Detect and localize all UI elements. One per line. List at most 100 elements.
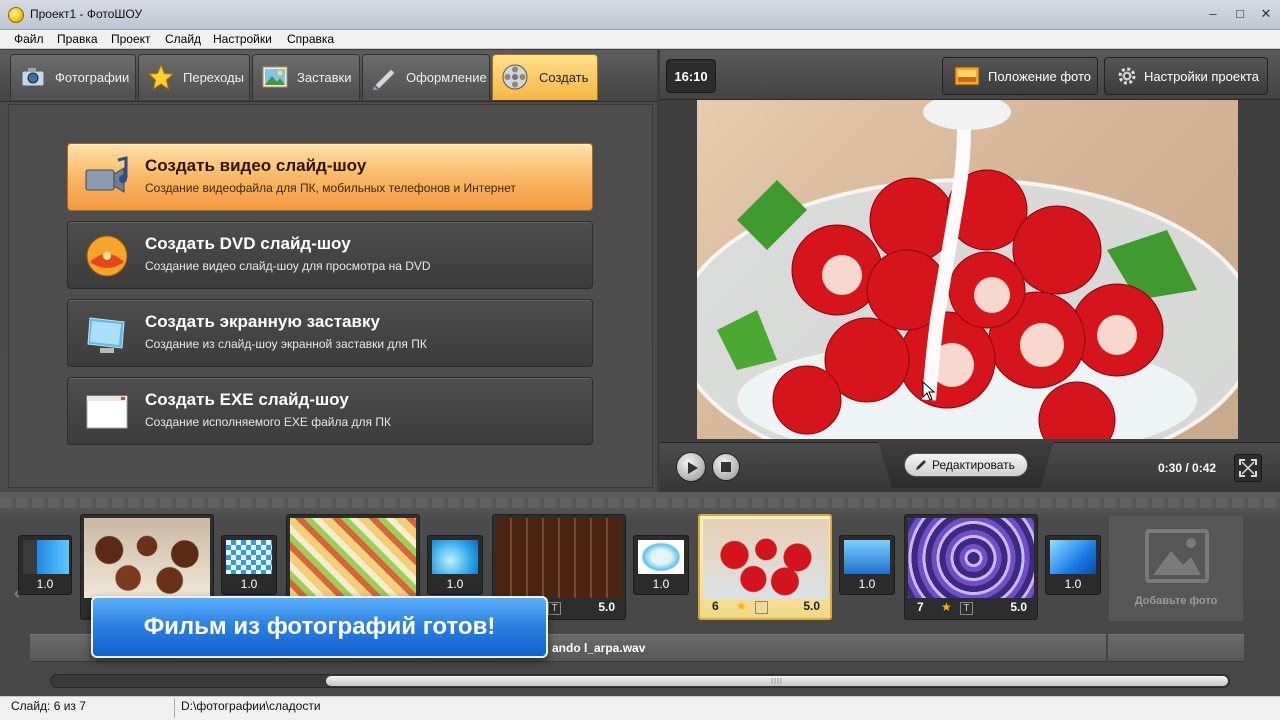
add-photo-slot[interactable]: Добавьте фото bbox=[1108, 514, 1244, 622]
photo-position-label: Положение фото bbox=[988, 69, 1091, 84]
grip-icon bbox=[771, 678, 782, 684]
menu-slide[interactable]: Слайд bbox=[165, 32, 201, 46]
slide-number: 7 bbox=[917, 600, 924, 614]
option-title: Создать видео слайд-шоу bbox=[145, 156, 367, 175]
time-display: 0:30 / 0:42 bbox=[1158, 461, 1217, 475]
option-title: Создать EXE слайд-шоу bbox=[145, 390, 349, 409]
menu-edit[interactable]: Правка bbox=[57, 32, 98, 46]
tab-design[interactable]: Оформление bbox=[362, 54, 490, 100]
exe-window-icon bbox=[86, 395, 128, 429]
transition-duration: 1.0 bbox=[446, 577, 464, 591]
transition-thumbnail bbox=[23, 540, 69, 574]
transition-duration: 1.0 bbox=[858, 577, 876, 591]
title-bar bbox=[0, 0, 1280, 30]
slide-image bbox=[84, 518, 210, 598]
create-video-option[interactable]: Создать видео слайд-шоу Создание видеофа… bbox=[67, 143, 593, 211]
option-subtitle: Создание видео слайд-шоу для просмотра н… bbox=[145, 259, 431, 273]
stop-icon bbox=[721, 462, 731, 472]
stop-button[interactable] bbox=[712, 453, 740, 481]
fullscreen-button[interactable] bbox=[1234, 454, 1262, 482]
landscape-icon bbox=[262, 66, 288, 88]
transition-item[interactable]: 1.0 bbox=[1045, 535, 1101, 595]
transition-duration: 1.0 bbox=[652, 577, 670, 591]
menu-settings[interactable]: Настройки bbox=[213, 32, 272, 46]
slide-duration: 5.0 bbox=[803, 599, 820, 613]
photo-position-button[interactable]: Положение фото bbox=[942, 57, 1098, 95]
create-dvd-option[interactable]: Создать DVD слайд-шоу Создание видео сла… bbox=[67, 221, 593, 289]
pencil-icon bbox=[916, 460, 926, 470]
slide-duration: 5.0 bbox=[1010, 600, 1027, 614]
audio-track-divider bbox=[1106, 634, 1108, 662]
maximize-button[interactable]: □ bbox=[1227, 4, 1253, 24]
create-screensaver-option[interactable]: Создать экранную заставку Создание из сл… bbox=[67, 299, 593, 367]
tab-transitions[interactable]: Переходы bbox=[138, 54, 250, 100]
tab-label: Переходы bbox=[183, 70, 244, 85]
project-settings-label: Настройки проекта bbox=[1144, 69, 1259, 84]
menu-help[interactable]: Справка bbox=[287, 32, 334, 46]
slide-image bbox=[290, 518, 416, 598]
tab-intros[interactable]: Заставки bbox=[252, 54, 360, 100]
brush-icon bbox=[373, 68, 396, 90]
transition-item[interactable]: 1.0 bbox=[221, 535, 277, 595]
mouse-cursor-icon bbox=[922, 381, 936, 401]
film-ready-banner: Фильм из фотографий готов! bbox=[91, 596, 548, 658]
option-subtitle: Создание видеофайла для ПК, мобильных те… bbox=[145, 181, 516, 195]
window-title: Проект1 - ФотоШОУ bbox=[30, 7, 143, 21]
menu-project[interactable]: Проект bbox=[111, 32, 151, 46]
slide-duration: 5.0 bbox=[598, 600, 615, 614]
monitor-icon bbox=[87, 317, 125, 353]
star-icon: ★ bbox=[736, 599, 747, 613]
slide-thumbnail-selected[interactable]: 6 ★ T 5.0 bbox=[698, 514, 832, 620]
video-music-icon bbox=[85, 156, 128, 193]
transition-thumbnail bbox=[1050, 540, 1096, 574]
dvd-disc-icon bbox=[86, 235, 128, 277]
text-icon: T bbox=[548, 602, 561, 615]
text-icon: T bbox=[755, 601, 768, 614]
edit-button[interactable]: Редактировать bbox=[904, 453, 1028, 477]
camera-icon bbox=[21, 68, 45, 87]
option-title: Создать DVD слайд-шоу bbox=[145, 234, 351, 253]
fullscreen-icon bbox=[1239, 459, 1257, 477]
option-title: Создать экранную заставку bbox=[145, 312, 380, 331]
status-divider bbox=[174, 698, 175, 718]
photo-preview bbox=[697, 100, 1238, 439]
photo-position-icon bbox=[954, 66, 980, 86]
slide-image bbox=[703, 519, 829, 599]
slide-image bbox=[908, 518, 1034, 598]
slide-thumbnail[interactable]: 7 ★ T 5.0 bbox=[904, 514, 1038, 620]
transition-item[interactable]: 1.0 bbox=[839, 535, 895, 595]
project-settings-button[interactable]: Настройки проекта bbox=[1104, 57, 1268, 95]
close-button[interactable]: ✕ bbox=[1253, 4, 1279, 24]
tab-label: Фотографии bbox=[55, 70, 130, 85]
transition-item[interactable]: 1.0 bbox=[18, 535, 72, 595]
app-icon bbox=[8, 7, 24, 23]
transition-duration: 1.0 bbox=[1064, 577, 1082, 591]
slide-number: 6 bbox=[712, 599, 719, 613]
transition-duration: 1.0 bbox=[36, 577, 54, 591]
scrollbar-thumb[interactable] bbox=[326, 676, 1228, 686]
transition-item[interactable]: 1.0 bbox=[633, 535, 689, 595]
transition-item[interactable]: 1.0 bbox=[427, 535, 483, 595]
add-photo-label: Добавьте фото bbox=[1134, 595, 1218, 607]
option-subtitle: Создание исполняемого EXE файла для ПК bbox=[145, 415, 391, 429]
menu-file[interactable]: Файл bbox=[14, 32, 44, 46]
create-exe-option[interactable]: Создать EXE слайд-шоу Создание исполняем… bbox=[67, 377, 593, 445]
transition-thumbnail bbox=[226, 540, 272, 574]
tab-photos[interactable]: Фотографии bbox=[10, 54, 136, 100]
tab-create[interactable]: Создать bbox=[492, 54, 598, 100]
aspect-ratio-button[interactable]: 16:10 bbox=[666, 59, 716, 93]
audio-file-name: ando l_arpa.wav bbox=[552, 641, 646, 655]
transition-thumbnail bbox=[432, 540, 478, 574]
transition-duration: 1.0 bbox=[240, 577, 258, 591]
play-button[interactable] bbox=[676, 452, 706, 482]
film-reel-icon bbox=[502, 64, 528, 90]
folder-path: D:\фотографии\сладости bbox=[181, 699, 321, 713]
transition-thumbnail bbox=[638, 540, 684, 574]
tab-label: Заставки bbox=[297, 70, 352, 85]
timeline-ruler bbox=[0, 498, 1280, 508]
transition-thumbnail bbox=[844, 540, 890, 574]
star-icon: ★ bbox=[941, 600, 952, 614]
minimize-button[interactable]: – bbox=[1200, 4, 1226, 24]
option-subtitle: Создание из слайд-шоу экранной заставки … bbox=[145, 337, 427, 351]
play-icon bbox=[688, 462, 698, 474]
